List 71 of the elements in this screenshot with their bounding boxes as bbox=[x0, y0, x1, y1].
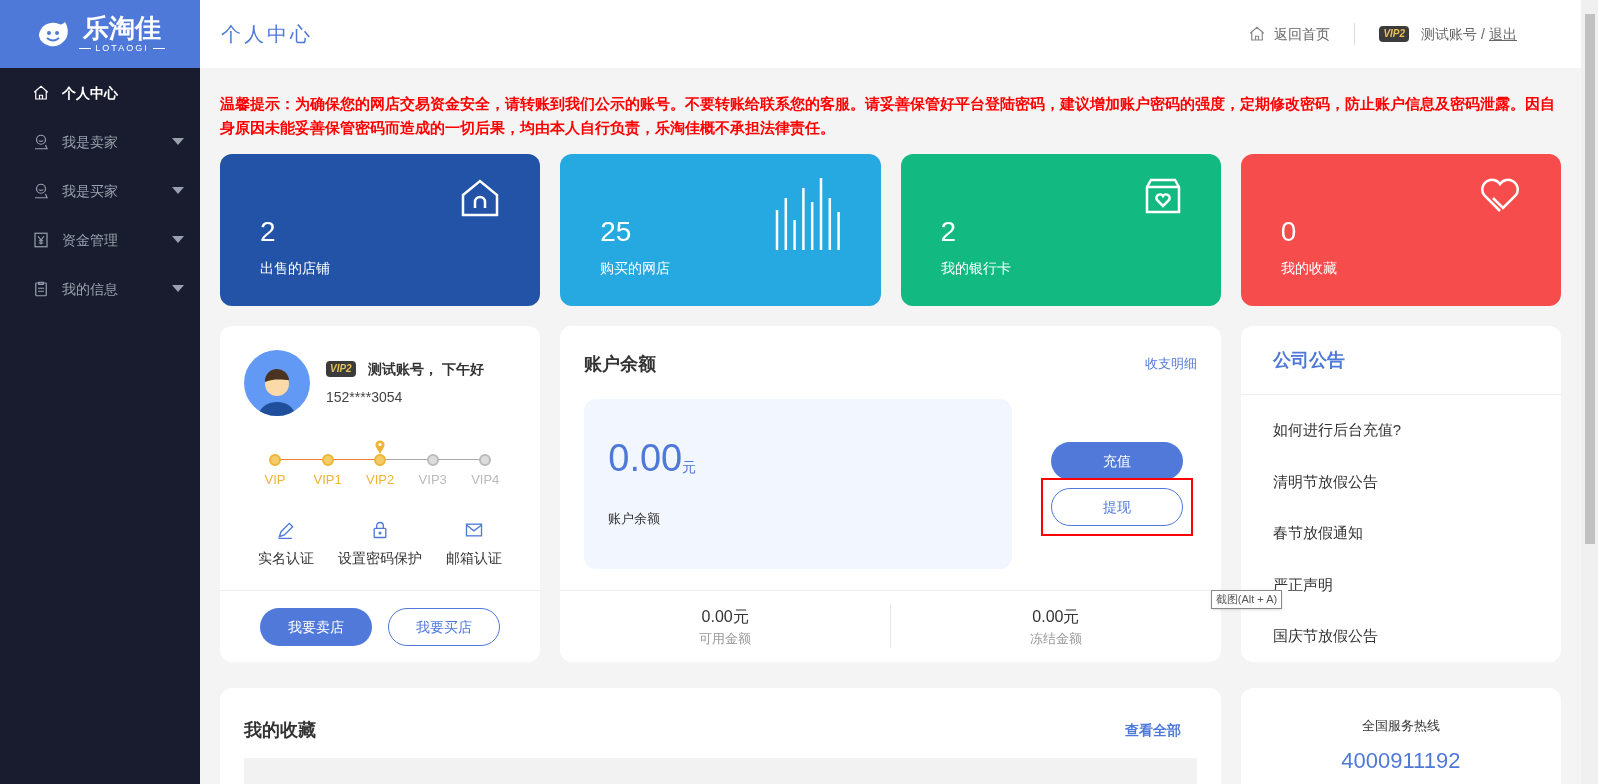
level-label: VIP4 bbox=[471, 471, 500, 489]
announcement-link[interactable]: 清明节放假公告 bbox=[1272, 470, 1529, 493]
stat-value: 25 bbox=[600, 218, 633, 246]
announcement-link[interactable]: 国庆节放假公告 bbox=[1272, 625, 1529, 648]
security-notice: 温馨提示：为确保您的网店交易资金安全，请转账到我们公示的账号。不要转账给联系您的客服。请妥善保管好平台登陆密码，建议增加账户密码的强度，定期修改密码，防止账户信息及密码泄露。因自身原因未能妥善保管密码而造成的一切后果，均由本人自行负责，乐淘佳概不承担法律责任。 bbox=[220, 94, 1556, 138]
stat-card[interactable]: 0 我的收藏 bbox=[1240, 154, 1561, 306]
action-button[interactable]: 我要卖店 bbox=[260, 607, 373, 646]
summary-label: 冻结金额 bbox=[1029, 629, 1082, 648]
logo-name: 乐淘佳 bbox=[83, 15, 161, 41]
details-link[interactable]: 收支明细 bbox=[1144, 354, 1197, 374]
sidebar-item[interactable]: 我是卖家 bbox=[0, 117, 200, 166]
stat-label: 购买的网店 bbox=[600, 259, 672, 278]
user-icon bbox=[32, 132, 50, 151]
card-title: 账户余额 bbox=[584, 353, 657, 376]
dropdown-caret-icon bbox=[172, 236, 184, 243]
balance-button[interactable]: 充值 bbox=[1050, 442, 1183, 480]
scrollbar[interactable] bbox=[1581, 0, 1598, 784]
dropdown-caret-icon bbox=[172, 187, 184, 194]
house-icon bbox=[460, 178, 501, 218]
greeting: 测试账号， 下午好 bbox=[367, 360, 484, 379]
sidebar-item[interactable]: 我的信息 bbox=[0, 264, 200, 313]
level-label: VIP bbox=[264, 471, 286, 489]
logo-subtitle: LOTAOGI bbox=[95, 44, 149, 53]
home-icon bbox=[32, 83, 50, 102]
home-icon bbox=[1248, 25, 1267, 43]
separator-slash: / bbox=[1481, 25, 1485, 44]
level-label: VIP1 bbox=[313, 471, 342, 489]
account-name: 测试账号 bbox=[1421, 25, 1478, 44]
verification-link[interactable]: 实名认证 bbox=[258, 519, 314, 568]
balance-label: 账户余额 bbox=[608, 510, 662, 529]
vip-badge: VIP2 bbox=[326, 361, 356, 377]
page-title: 个人中心 bbox=[221, 22, 313, 47]
summary-label: 可用金额 bbox=[699, 629, 752, 648]
stat-value: 2 bbox=[260, 218, 277, 246]
announcement-link[interactable]: 如何进行后台充值? bbox=[1272, 419, 1529, 442]
home-link[interactable]: 返回首页 bbox=[1248, 24, 1331, 44]
clipboard-icon bbox=[32, 279, 50, 298]
stat-card[interactable]: 2 出售的店铺 bbox=[220, 154, 541, 306]
yen-icon bbox=[32, 230, 50, 249]
logo[interactable]: 乐淘佳 LOTAOGI bbox=[0, 0, 200, 68]
sidebar-item[interactable]: 个人中心 bbox=[0, 68, 200, 117]
box-heart-icon bbox=[1144, 178, 1181, 214]
phone-number: 152****3054 bbox=[326, 388, 404, 407]
view-all-link[interactable]: 查看全部 bbox=[1124, 720, 1181, 740]
stat-value: 2 bbox=[940, 218, 958, 246]
summary-value: 0.00元 bbox=[701, 606, 749, 627]
stat-value: 0 bbox=[1280, 218, 1298, 246]
dropdown-caret-icon bbox=[172, 138, 184, 145]
card-title: 我的收藏 bbox=[244, 719, 316, 742]
verification-link[interactable]: 邮箱认证 bbox=[446, 519, 503, 568]
hotline-number: 4000911192 bbox=[1341, 746, 1461, 775]
vip-badge: VIP2 bbox=[1379, 26, 1410, 42]
verification-link[interactable]: 设置密码保护 bbox=[338, 519, 423, 568]
announcement-link[interactable]: 春节放假通知 bbox=[1272, 522, 1529, 545]
user-icon bbox=[32, 181, 50, 200]
dropdown-caret-icon bbox=[172, 285, 184, 292]
summary-value: 0.00元 bbox=[1032, 606, 1080, 627]
tooltip: 截图(Alt + A) bbox=[1210, 590, 1283, 609]
stat-label: 我的收藏 bbox=[1280, 259, 1338, 278]
card-title: 公司公告 bbox=[1240, 326, 1561, 395]
currency-unit: 元 bbox=[682, 458, 697, 478]
bar-graphic-icon bbox=[774, 178, 841, 250]
level-label: VIP3 bbox=[418, 471, 447, 489]
stat-label: 出售的店铺 bbox=[260, 259, 331, 278]
level-label: VIP2 bbox=[366, 471, 395, 489]
balance-amount: 0.00 bbox=[608, 439, 683, 478]
hotline-label: 全国服务热线 bbox=[1361, 717, 1440, 735]
logout-link[interactable]: 退出 bbox=[1489, 24, 1517, 44]
sidebar-item[interactable]: 我是买家 bbox=[0, 166, 200, 215]
sidebar-item[interactable]: 资金管理 bbox=[0, 215, 200, 264]
stat-label: 我的银行卡 bbox=[940, 259, 1012, 278]
